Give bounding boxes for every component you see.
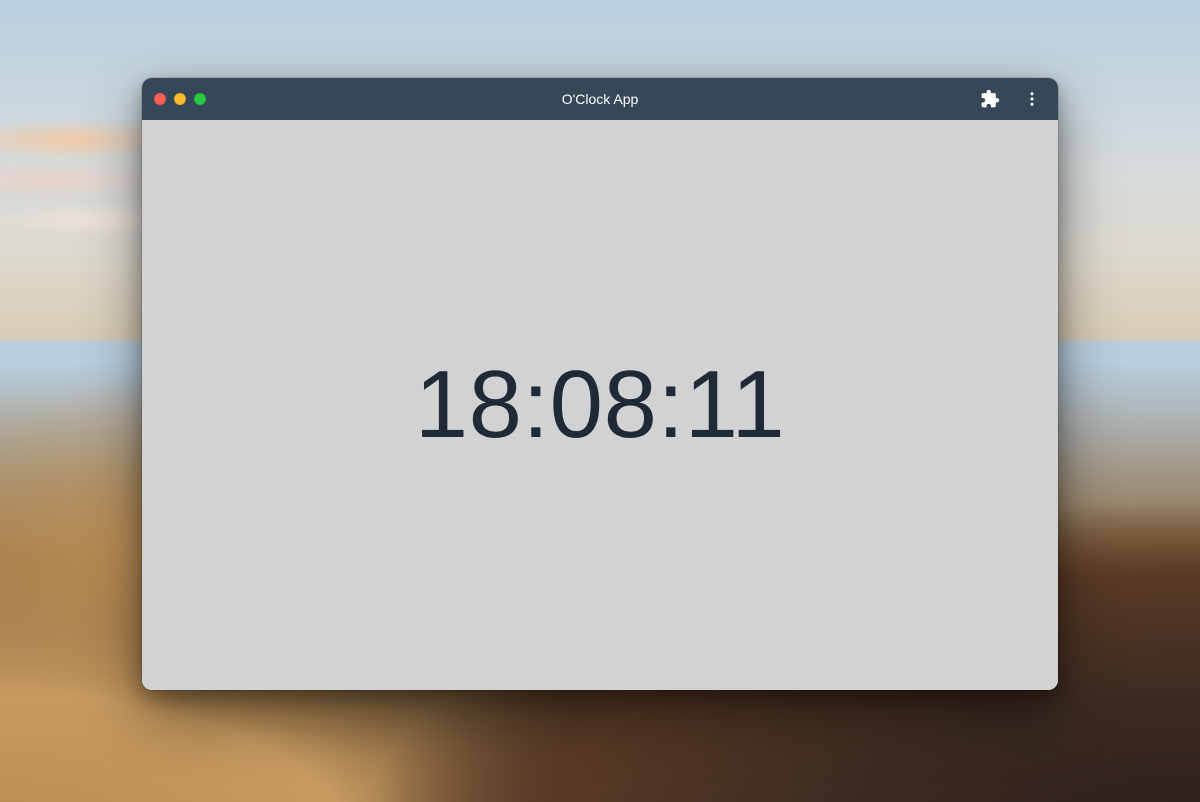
zoom-window-button[interactable]	[194, 93, 206, 105]
titlebar-actions	[976, 85, 1046, 113]
titlebar[interactable]: O'Clock App	[142, 78, 1058, 120]
more-vertical-icon	[1023, 90, 1041, 108]
content-area: 18:08:11	[142, 120, 1058, 690]
extensions-button[interactable]	[976, 85, 1004, 113]
close-window-button[interactable]	[154, 93, 166, 105]
more-options-button[interactable]	[1018, 85, 1046, 113]
minimize-window-button[interactable]	[174, 93, 186, 105]
window-title: O'Clock App	[142, 91, 1058, 107]
traffic-lights	[154, 93, 206, 105]
clock-display: 18:08:11	[415, 350, 786, 460]
puzzle-piece-icon	[980, 89, 1000, 109]
app-window: O'Clock App 18:	[142, 78, 1058, 690]
